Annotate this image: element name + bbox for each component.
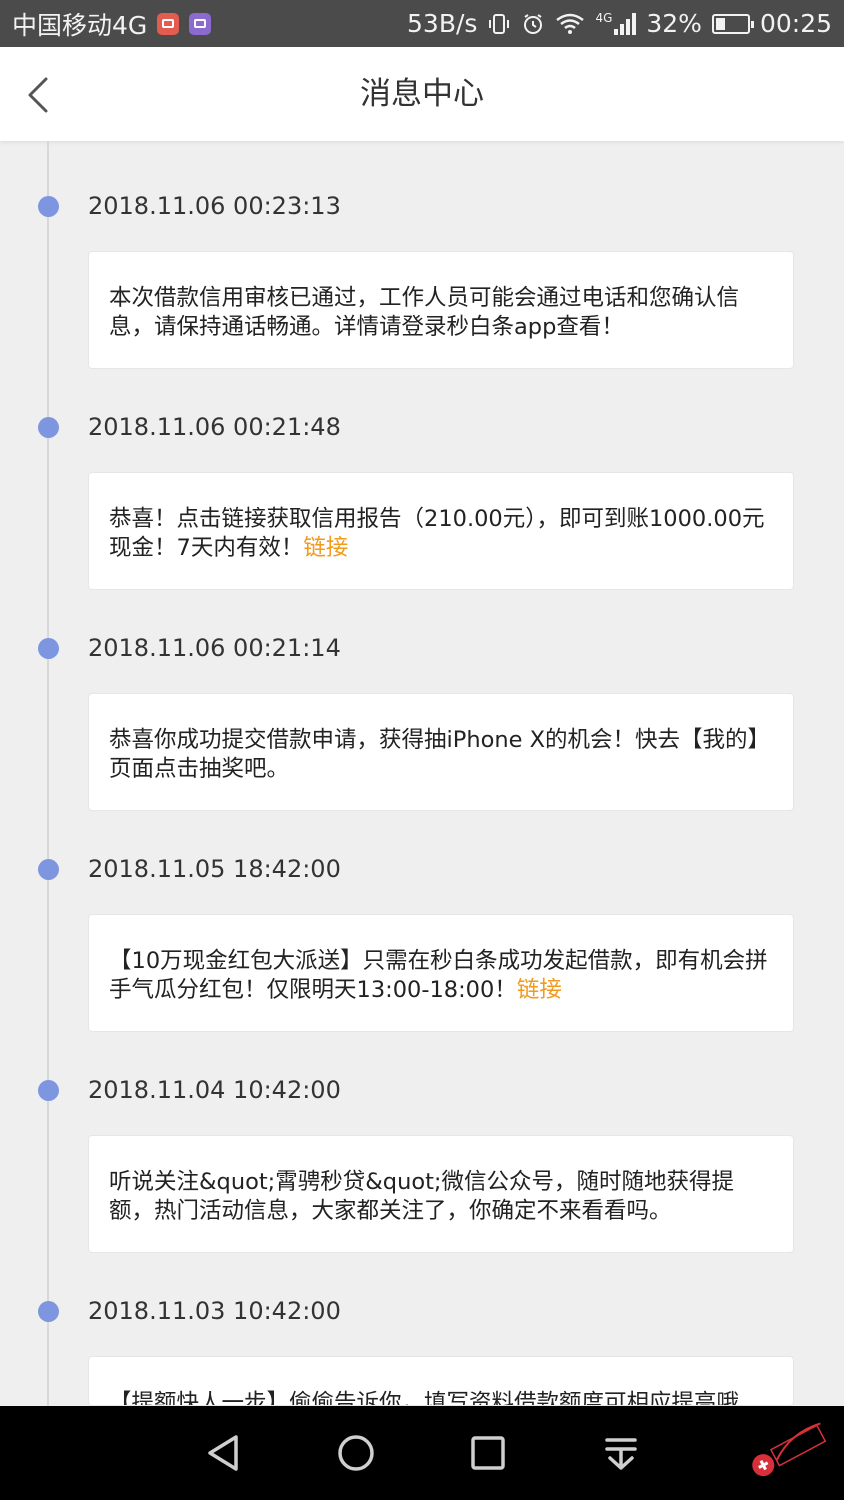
- nav-home-button[interactable]: [331, 1428, 381, 1478]
- gallery-notification-icon: [189, 12, 212, 35]
- message-card[interactable]: 听说关注&quot;霄骋秒贷&quot;微信公众号，随时随地获得提额，热门活动信…: [88, 1135, 794, 1253]
- timeline-dot: [38, 1080, 59, 1101]
- message-time: 2018.11.06 00:23:13: [88, 192, 341, 220]
- timeline-dot: [38, 417, 59, 438]
- timeline-dot: [38, 196, 59, 217]
- message-text: 恭喜！点击链接获取信用报告（210.00元），即可到账1000.00元现金！7天…: [109, 506, 765, 561]
- message-time: 2018.11.06 00:21:14: [88, 634, 341, 662]
- status-bar: 中国移动4G 53B/s 4G 32% 00:25: [0, 0, 844, 47]
- message-card[interactable]: 【10万现金红包大派送】只需在秒白条成功发起借款，即有机会拼手气瓜分红包！仅限明…: [88, 914, 794, 1032]
- timeline-dot: [38, 638, 59, 659]
- message-time: 2018.11.03 10:42:00: [88, 1297, 341, 1325]
- battery-icon: [711, 13, 754, 34]
- message-card[interactable]: 本次借款信用审核已通过，工作人员可能会通过电话和您确认信息，请保持通话畅通。详情…: [88, 251, 794, 369]
- timeline-line: [47, 141, 49, 1406]
- signal-icon: [614, 12, 637, 35]
- pull-down-icon: [605, 1438, 637, 1470]
- alarm-icon: [524, 13, 543, 34]
- message-text: 【10万现金红包大派送】只需在秒白条成功发起借款，即有机会拼手气瓜分红包！仅限明…: [109, 948, 768, 1003]
- message-card[interactable]: 恭喜你成功提交借款申请，获得抽iPhone X的机会！快去【我的】页面点击抽奖吧…: [88, 693, 794, 811]
- square-recents-icon: [471, 1436, 505, 1470]
- app-header: 消息中心: [0, 47, 844, 141]
- circle-home-icon: [338, 1435, 374, 1471]
- watermark-logo: [752, 1422, 827, 1477]
- status-indicators: 53B/s 4G 32% 00:25: [407, 9, 832, 38]
- wifi-icon: [556, 13, 585, 34]
- carrier-name: 中国移动4G: [12, 10, 148, 40]
- message-card[interactable]: 【提额快人一步】偷偷告诉你，填写资料借款额度可相应提高哦: [88, 1356, 794, 1406]
- triangle-back-icon: [208, 1435, 238, 1471]
- battery-percent: 32%: [646, 9, 702, 38]
- message-text: 【提额快人一步】偷偷告诉你，填写资料借款额度可相应提高哦: [109, 1390, 740, 1406]
- network-type: 4G: [595, 11, 613, 25]
- clock: 00:25: [759, 9, 832, 38]
- vibrate-icon: [489, 13, 510, 34]
- page-title: 消息中心: [360, 76, 484, 112]
- message-text: 恭喜你成功提交借款申请，获得抽iPhone X的机会！快去【我的】页面点击抽奖吧…: [109, 727, 771, 782]
- timeline-dot: [38, 1301, 59, 1322]
- nav-recents-button[interactable]: [463, 1428, 513, 1478]
- network-speed: 53B/s: [407, 9, 478, 38]
- message-link[interactable]: 链接: [517, 977, 562, 1003]
- message-time: 2018.11.06 00:21:48: [88, 413, 341, 441]
- message-text: 本次借款信用审核已通过，工作人员可能会通过电话和您确认信息，请保持通话畅通。详情…: [109, 285, 740, 340]
- mail-notification-icon: [157, 12, 180, 35]
- nav-notification-button[interactable]: [596, 1428, 646, 1478]
- system-nav-bar: [0, 1406, 844, 1500]
- timeline-dot: [38, 859, 59, 880]
- nav-back-button[interactable]: [198, 1428, 248, 1478]
- message-time: 2018.11.04 10:42:00: [88, 1076, 341, 1104]
- message-time: 2018.11.05 18:42:00: [88, 855, 341, 883]
- message-text: 听说关注&quot;霄骋秒贷&quot;微信公众号，随时随地获得提额，热门活动信…: [109, 1169, 735, 1224]
- message-card[interactable]: 恭喜！点击链接获取信用报告（210.00元），即可到账1000.00元现金！7天…: [88, 472, 794, 590]
- message-link[interactable]: 链接: [303, 535, 348, 561]
